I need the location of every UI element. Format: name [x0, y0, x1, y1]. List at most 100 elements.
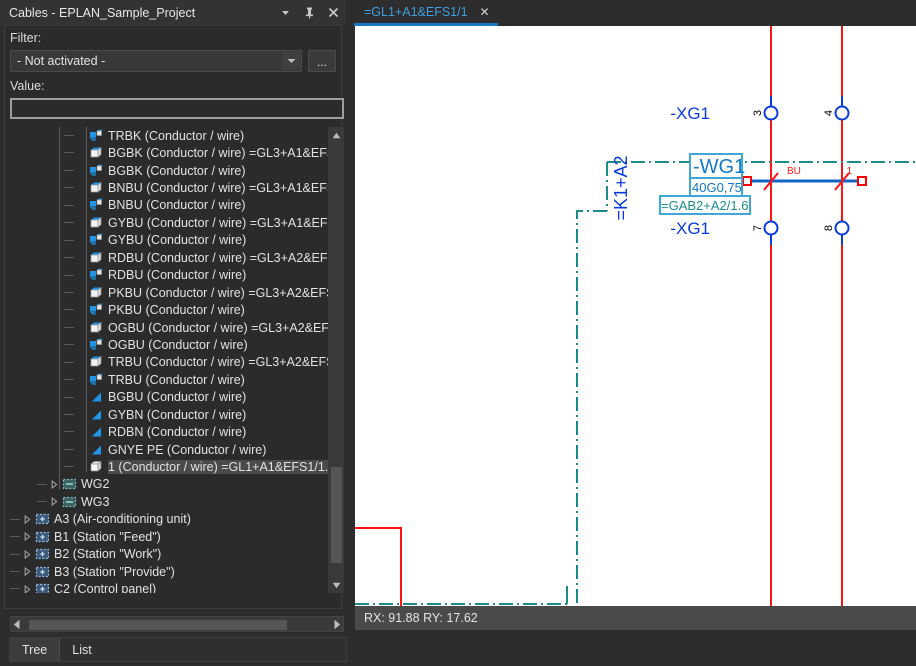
tree-item[interactable]: A3 (Air-conditioning unit): [10, 511, 328, 528]
tree-item[interactable]: GNYE PE (Conductor / wire): [10, 441, 328, 458]
tree-item[interactable]: OGBU (Conductor / wire) =GL3+A2&EFS1/2: [10, 319, 328, 336]
tree-item[interactable]: RDBU (Conductor / wire) =GL3+A2&EFS1/2: [10, 249, 328, 266]
tree-connector: [64, 327, 74, 328]
tree-item[interactable]: PKBU (Conductor / wire): [10, 301, 328, 318]
expander-spacer: [76, 427, 87, 438]
expander-spacer: [76, 357, 87, 368]
value-input[interactable]: [10, 98, 344, 119]
wire-triangle-icon: [89, 425, 104, 439]
tree-viewport: TRBK (Conductor / wire)BGBK (Conductor /…: [10, 127, 328, 593]
tree-connector: [64, 152, 74, 153]
tree-item[interactable]: BGBK (Conductor / wire): [10, 162, 328, 179]
cables-tree[interactable]: TRBK (Conductor / wire)BGBK (Conductor /…: [10, 127, 344, 593]
tree-item-label: OGBU (Conductor / wire) =GL3+A2&EFS1/2: [108, 321, 328, 335]
tree-horizontal-scrollbar[interactable]: [10, 616, 344, 632]
tree-item[interactable]: B1 (Station "Feed"): [10, 528, 328, 545]
tree-connector: [10, 554, 20, 555]
tree-item-label: C2 (Control panel): [54, 582, 156, 593]
unit-icon: [35, 582, 50, 593]
schematic-canvas[interactable]: 3 4 -XG1 7 8 -XG1: [355, 26, 916, 606]
tree-connector: [10, 588, 20, 589]
unit-icon: [35, 512, 50, 526]
tree-item[interactable]: BGBU (Conductor / wire): [10, 389, 328, 406]
tree-item[interactable]: TRBU (Conductor / wire) =GL3+A2&EFS1/2: [10, 354, 328, 371]
document-tabstrip: =GL1+A1&EFS1/1 ✕: [350, 0, 916, 26]
tree-item[interactable]: C2 (Control panel): [10, 580, 328, 593]
tree-item[interactable]: WG2: [10, 476, 328, 493]
expander-spacer: [76, 305, 87, 316]
tree-item[interactable]: 1 (Conductor / wire) =GL1+A1&EFS1/1.6: [10, 458, 328, 475]
close-icon[interactable]: ✕: [480, 5, 490, 19]
scroll-down-icon[interactable]: [328, 577, 344, 593]
expander-spacer: [76, 130, 87, 141]
tab-gl1-a1-efs1-1[interactable]: =GL1+A1&EFS1/1 ✕: [354, 1, 498, 26]
expander-spacer: [76, 270, 87, 281]
tree-connector: [64, 240, 74, 241]
panel-title: Cables - EPLAN_Sample_Project: [9, 6, 195, 20]
tree-item[interactable]: TRBK (Conductor / wire): [10, 127, 328, 144]
tree-item[interactable]: B3 (Station "Provide"): [10, 563, 328, 580]
pin-icon[interactable]: [303, 6, 316, 19]
expander-icon[interactable]: [22, 566, 33, 577]
tree-item[interactable]: WG3: [10, 493, 328, 510]
tree-item-label: GYBN (Conductor / wire): [108, 408, 246, 422]
expander-icon[interactable]: [22, 549, 33, 560]
filter-select[interactable]: - Not activated -: [10, 50, 302, 72]
chevron-down-icon[interactable]: [282, 52, 300, 70]
expander-spacer: [76, 165, 87, 176]
tree-item[interactable]: TRBU (Conductor / wire): [10, 371, 328, 388]
tree-connector: [64, 205, 74, 206]
tree-item[interactable]: GYBU (Conductor / wire): [10, 232, 328, 249]
conductor-link-icon: [89, 338, 104, 352]
tree-item[interactable]: GYBN (Conductor / wire): [10, 406, 328, 423]
tab-tree[interactable]: Tree: [10, 638, 60, 661]
expander-icon[interactable]: [22, 584, 33, 593]
tree-item[interactable]: RDBN (Conductor / wire): [10, 423, 328, 440]
expander-spacer: [76, 322, 87, 333]
filter-label: Filter:: [5, 31, 41, 45]
editor-area: =GL1+A1&EFS1/1 ✕ 3: [350, 0, 916, 636]
cube-icon: [89, 460, 104, 474]
expander-spacer: [76, 235, 87, 246]
expander-icon[interactable]: [22, 514, 33, 525]
tree-item[interactable]: GYBU (Conductor / wire) =GL3+A1&EFS1/1: [10, 214, 328, 231]
tree-item-label: BNBU (Conductor / wire): [108, 198, 246, 212]
expander-icon[interactable]: [22, 531, 33, 542]
conductor-icon: [89, 251, 104, 265]
filter-more-button[interactable]: ...: [308, 50, 336, 72]
expander-icon[interactable]: [49, 479, 60, 490]
tree-item[interactable]: BGBK (Conductor / wire) =GL3+A1&EFS1/1: [10, 144, 328, 161]
tab-list[interactable]: List: [60, 638, 103, 661]
terminal-8: [836, 222, 849, 246]
chevron-down-icon[interactable]: [279, 6, 292, 19]
scroll-right-icon[interactable]: [333, 619, 341, 630]
wire-color-label: BU: [787, 166, 801, 177]
scrollbar-thumb[interactable]: [331, 467, 342, 563]
panel-view-tabs: Tree List: [9, 637, 347, 662]
red-frame-fragment: [355, 528, 401, 606]
tree-item[interactable]: BNBU (Conductor / wire): [10, 197, 328, 214]
tree-item[interactable]: PKBU (Conductor / wire) =GL3+A2&EFS1/2: [10, 284, 328, 301]
document-tab-label: =GL1+A1&EFS1/1: [364, 5, 468, 19]
terminal-strip-top-label: -XG1: [670, 104, 710, 123]
tree-connector: [64, 309, 74, 310]
tree-item[interactable]: BNBU (Conductor / wire) =GL3+A1&EFS1/1: [10, 179, 328, 196]
scroll-up-icon[interactable]: [328, 127, 344, 143]
filter-select-value: - Not activated -: [11, 54, 105, 68]
tree-item-label: TRBK (Conductor / wire): [108, 129, 244, 143]
expander-icon[interactable]: [49, 496, 60, 507]
conductor-link-icon: [89, 164, 104, 178]
expander-spacer: [76, 148, 87, 159]
cable-group-icon: [62, 495, 77, 509]
tree-item[interactable]: RDBU (Conductor / wire): [10, 267, 328, 284]
tree-item-label: TRBU (Conductor / wire) =GL3+A2&EFS1/2: [108, 355, 328, 369]
scrollbar-thumb[interactable]: [29, 620, 287, 630]
scroll-left-icon[interactable]: [13, 619, 21, 630]
tree-connector: [64, 275, 74, 276]
cable-origin-label: =GAB2+A2/1.6: [661, 198, 748, 213]
tree-item[interactable]: OGBU (Conductor / wire): [10, 336, 328, 353]
close-icon[interactable]: [327, 6, 340, 19]
tree-item-label: BGBU (Conductor / wire): [108, 390, 246, 404]
tree-item[interactable]: B2 (Station "Work"): [10, 546, 328, 563]
tree-vertical-scrollbar[interactable]: [328, 127, 344, 593]
